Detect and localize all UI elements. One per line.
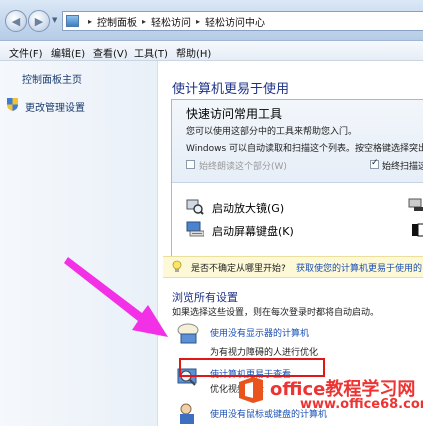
magnifier-icon [186, 199, 204, 215]
setting-link-no-display[interactable]: 使用没有显示器的计算机 [210, 326, 309, 339]
menu-help[interactable]: 帮助(H) [176, 45, 211, 60]
high-contrast-icon [412, 223, 423, 237]
sidebar: 控制面板主页 更改管理设置 [0, 61, 158, 426]
sidebar-item-change-admin-settings[interactable]: 更改管理设置 [25, 99, 85, 114]
quick-access-desc-1: 您可以使用这部分中的工具来帮助您入门。 [186, 127, 358, 137]
quick-access-panel: 快速访问常用工具 您可以使用这部分中的工具来帮助您入门。 Windows 可以自… [171, 99, 423, 268]
start-onscreen-keyboard-link[interactable]: 启动屏幕键盘(K) [212, 223, 294, 239]
quick-access-desc-2: Windows 可以自动读取和扫描这个列表。按空格键选择突出 [186, 144, 423, 154]
tip-bar: 是否不确定从哪里开始? 获取使您的计算机更易于使用的 [163, 256, 423, 278]
breadcrumb-ease-of-access-center[interactable]: 轻松访问中心 [205, 14, 265, 29]
always-read-label: 始终朗读这个部分(W) [199, 162, 287, 172]
breadcrumb-control-panel[interactable]: 控制面板 [97, 14, 137, 29]
start-magnifier-link[interactable]: 启动放大镜(G) [212, 200, 284, 216]
chevron-right-icon[interactable]: ▸ [88, 17, 92, 26]
always-scan-label: 始终扫描这 [382, 162, 423, 172]
watermark-url: www.office68.com [300, 397, 423, 412]
menu-bar: 文件(F) 编辑(E) 查看(V) 工具(T) 帮助(H) [0, 41, 423, 61]
tip-text: 是否不确定从哪里开始? [191, 264, 286, 274]
control-panel-icon [66, 15, 79, 27]
always-scan-checkbox[interactable] [370, 158, 379, 169]
setting-sub-no-display: 为有视力障碍的人进行优化 [210, 348, 319, 358]
always-read-checkbox[interactable] [186, 160, 195, 169]
menu-view[interactable]: 查看(V) [93, 45, 128, 60]
menu-file[interactable]: 文件(F) [9, 45, 43, 60]
quick-access-header: 快速访问常用工具 您可以使用这部分中的工具来帮助您入门。 Windows 可以自… [172, 100, 423, 183]
no-display-icon [177, 323, 199, 344]
browse-settings-heading: 浏览所有设置 [172, 291, 238, 304]
lightbulb-icon [172, 260, 182, 272]
office-logo-icon [239, 377, 263, 403]
no-mouse-keyboard-icon [180, 403, 194, 424]
forward-arrow-icon: ▶ [34, 15, 44, 28]
forward-button[interactable]: ▶ [28, 10, 50, 32]
sidebar-item-control-panel-home[interactable]: 控制面板主页 [22, 71, 82, 86]
annotation-arrow-icon [64, 257, 168, 337]
menu-tools[interactable]: 工具(T) [134, 45, 168, 60]
browse-settings-desc: 如果选择这些设置，则在每次登录时都将自动启动。 [172, 308, 380, 318]
chevron-right-icon[interactable]: ▸ [196, 17, 200, 26]
back-arrow-icon: ◀ [11, 15, 21, 28]
address-bar: ◀ ▶ ▼ ▸ 控制面板 ▸ 轻松访问 ▸ 轻松访问中心 [0, 0, 423, 41]
quick-access-title: 快速访问常用工具 [186, 107, 283, 121]
tip-recommendations-link[interactable]: 获取使您的计算机更易于使用的 [296, 261, 422, 274]
history-dropdown-icon[interactable]: ▼ [52, 16, 57, 24]
menu-edit[interactable]: 编辑(E) [51, 45, 85, 60]
narrator-icon [408, 198, 423, 211]
chevron-right-icon[interactable]: ▸ [142, 17, 146, 26]
shield-icon [7, 98, 18, 111]
address-field[interactable]: ▸ 控制面板 ▸ 轻松访问 ▸ 轻松访问中心 [62, 11, 423, 31]
page-title: 使计算机更易于使用 [172, 82, 290, 97]
keyboard-icon [186, 221, 204, 237]
breadcrumb-ease-of-access[interactable]: 轻松访问 [151, 14, 191, 29]
back-button[interactable]: ◀ [5, 10, 27, 32]
